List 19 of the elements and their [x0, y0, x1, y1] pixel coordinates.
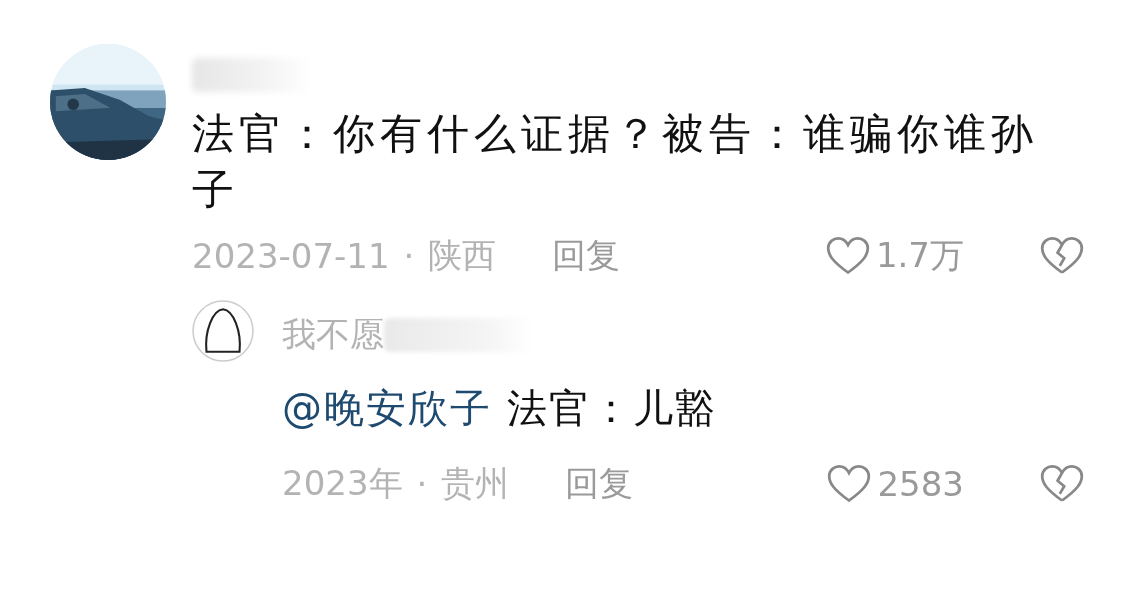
reply-location: 贵州: [441, 462, 510, 505]
broken-heart-icon[interactable]: [1040, 236, 1084, 276]
mention-link[interactable]: @晚安欣子: [282, 385, 492, 431]
reply-link[interactable]: 回复: [552, 233, 621, 279]
like-count: 1.7万: [875, 234, 964, 277]
heart-icon[interactable]: [825, 236, 870, 276]
reply-link[interactable]: 回复: [565, 461, 634, 507]
like-count: 2583: [877, 464, 964, 504]
comment-location: 陕西: [428, 234, 497, 277]
reply-author: 我不愿: [282, 313, 384, 356]
separator-dot: ·: [403, 236, 415, 276]
avatar-icon: [192, 300, 254, 362]
heart-icon[interactable]: [827, 464, 872, 504]
comment-text: 法官：你有什么证据？被告：谁骗你谁孙子: [192, 108, 1039, 216]
comment-date: 2023-07-11: [192, 236, 390, 276]
reply-date: 2023年: [282, 462, 403, 505]
reply-text: @晚安欣子 法官：儿豁: [282, 384, 718, 433]
broken-heart-icon[interactable]: [1040, 464, 1084, 504]
separator-dot: ·: [416, 464, 428, 504]
